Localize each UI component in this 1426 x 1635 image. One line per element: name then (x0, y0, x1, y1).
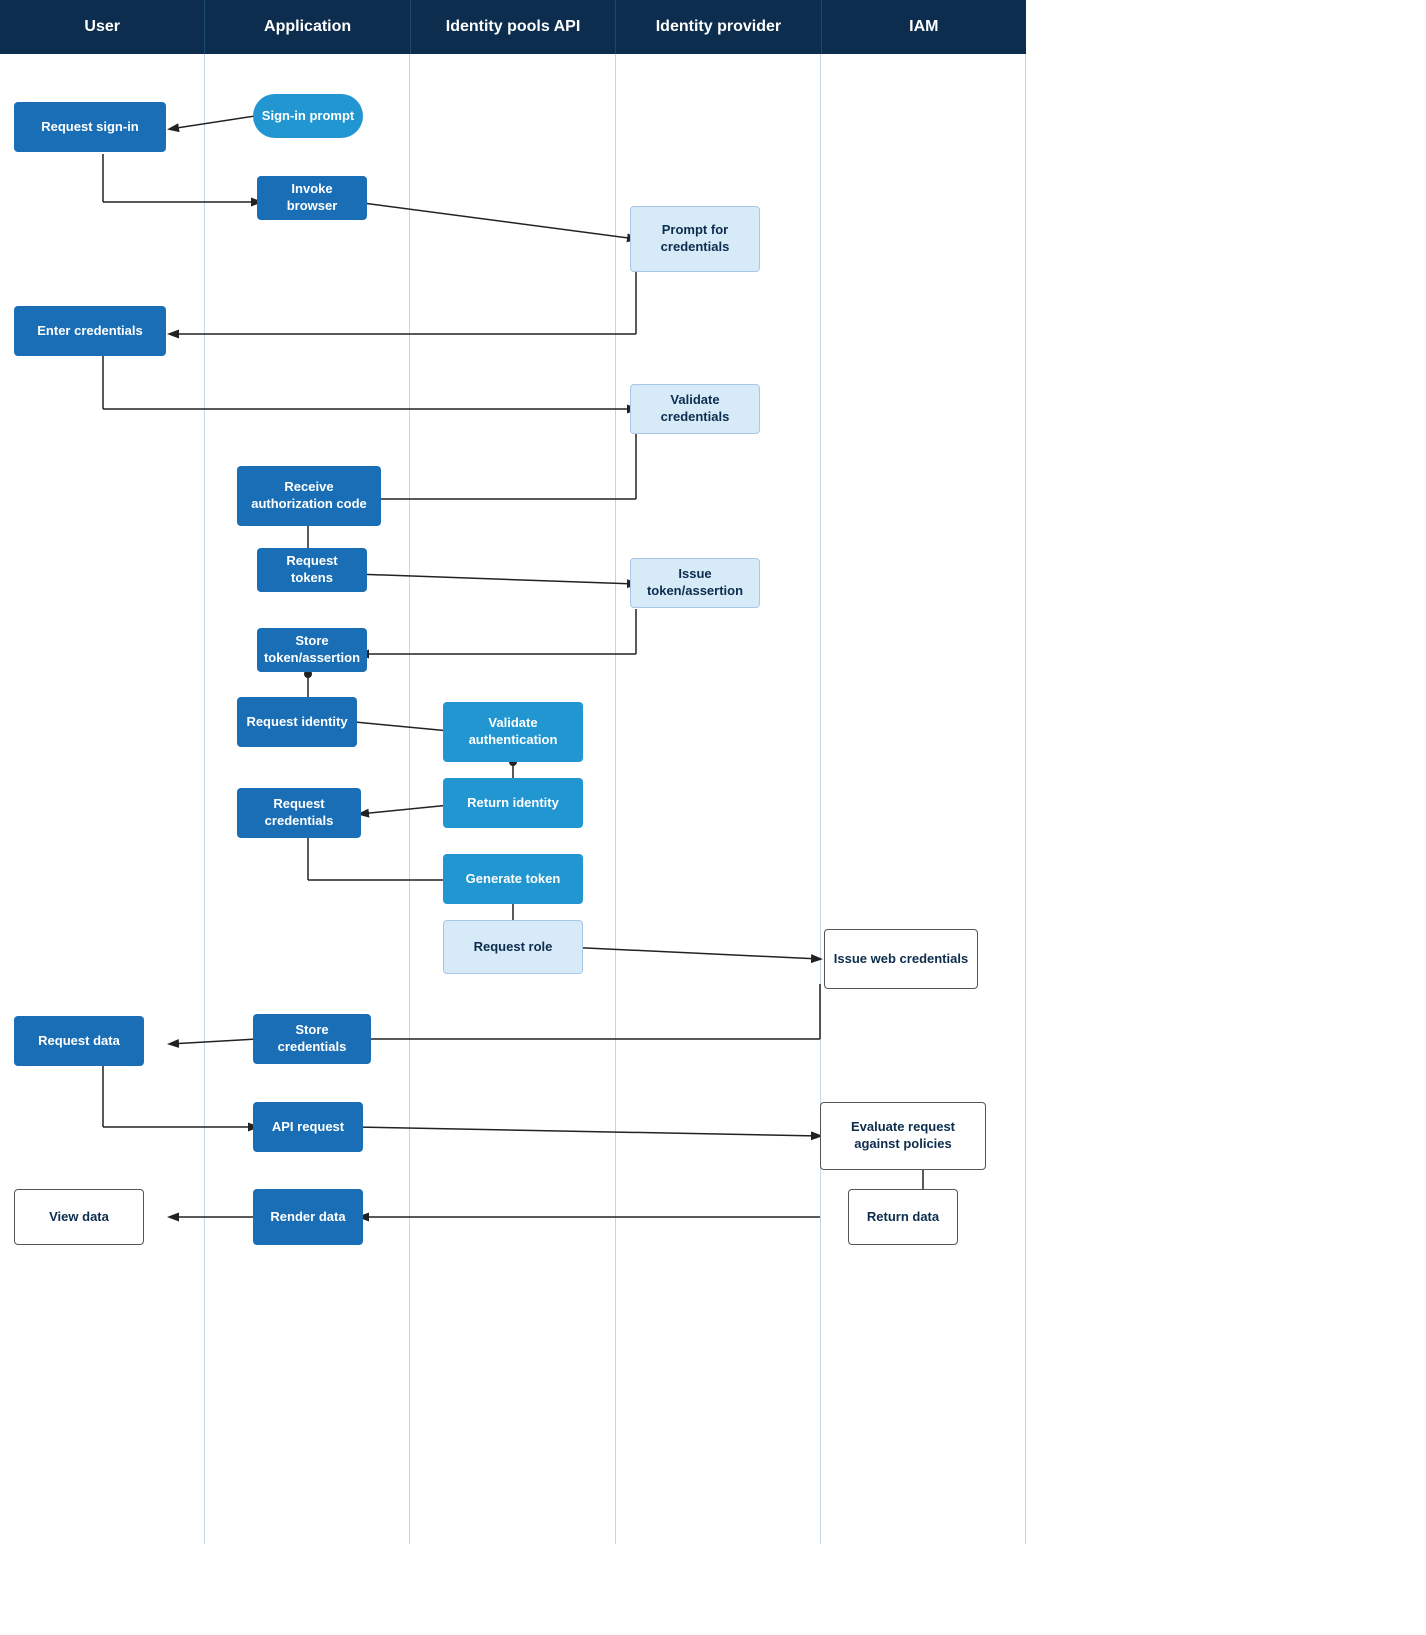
store-credentials-box: Store credentials (253, 1014, 371, 1064)
header-row: User Application Identity pools API Iden… (0, 0, 1026, 54)
evaluate-request-box: Evaluate request against policies (820, 1102, 986, 1170)
header-identity-provider: Identity provider (616, 0, 821, 54)
view-data-box: View data (14, 1189, 144, 1245)
validate-credentials-box: Validate credentials (630, 384, 760, 434)
lanes-area: Request sign-in Sign-in prompt Invoke br… (0, 54, 1026, 1544)
header-user: User (0, 0, 205, 54)
api-request-box: API request (253, 1102, 363, 1152)
return-data-box: Return data (848, 1189, 958, 1245)
request-identity-box: Request identity (237, 697, 357, 747)
lane-user (0, 54, 205, 1544)
enter-credentials-box: Enter credentials (14, 306, 166, 356)
header-iam: IAM (822, 0, 1026, 54)
request-tokens-box: Request tokens (257, 548, 367, 592)
generate-token-box: Generate token (443, 854, 583, 904)
header-application: Application (205, 0, 410, 54)
header-identity-pools: Identity pools API (411, 0, 616, 54)
return-identity-box: Return identity (443, 778, 583, 828)
prompt-credentials-box: Prompt for credentials (630, 206, 760, 272)
receive-auth-code-box: Receive authorization code (237, 466, 381, 526)
render-data-box: Render data (253, 1189, 363, 1245)
invoke-browser-box: Invoke browser (257, 176, 367, 220)
diagram-container: User Application Identity pools API Iden… (0, 0, 1026, 1584)
validate-auth-box: Validate authentication (443, 702, 583, 762)
issue-web-credentials-box: Issue web credentials (824, 929, 978, 989)
request-data-box: Request data (14, 1016, 144, 1066)
request-credentials-box: Request credentials (237, 788, 361, 838)
request-role-box: Request role (443, 920, 583, 974)
request-signin-box: Request sign-in (14, 102, 166, 152)
signin-prompt-box: Sign-in prompt (253, 94, 363, 138)
lane-identity-provider (616, 54, 821, 1544)
lane-iam (821, 54, 1026, 1544)
store-token-box: Store token/assertion (257, 628, 367, 672)
issue-token-box: Issue token/assertion (630, 558, 760, 608)
